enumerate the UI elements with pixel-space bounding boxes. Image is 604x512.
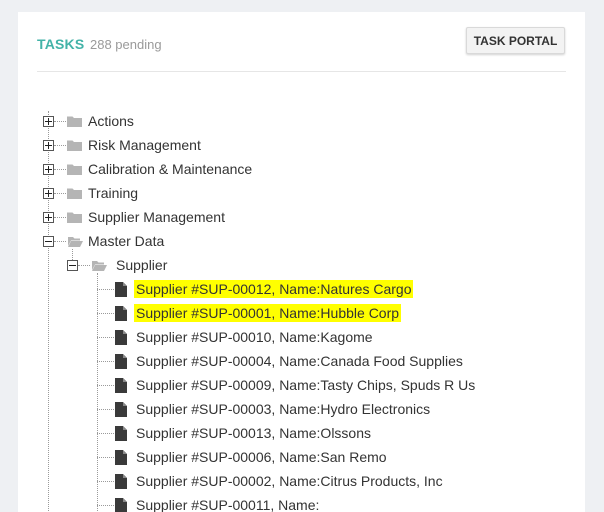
tree-guide-line [97,313,114,314]
tree-guide-line [54,241,66,242]
supplier-item[interactable]: Supplier #SUP-00010, Name:Kagome [134,328,375,346]
tree-guide-line [97,337,114,338]
folder-icon [67,139,82,151]
file-icon [115,498,127,512]
supplier-item[interactable]: Supplier #SUP-00001, Name:Hubble Corp [134,304,402,322]
folder-icon [67,163,82,175]
tree-guide-line [54,217,66,218]
file-icon [115,426,127,441]
tree-guide-line [97,273,98,512]
file-icon [115,306,127,321]
expand-toggle-icon[interactable] [43,164,54,175]
tree-guide-line [97,433,114,434]
folder-calibration-maintenance[interactable]: Calibration & Maintenance [86,160,254,178]
supplier-item[interactable]: Supplier #SUP-00002, Name:Citrus Product… [134,472,445,490]
folder-open-icon [67,235,83,248]
expand-toggle-icon[interactable] [43,188,54,199]
collapse-toggle-icon[interactable] [43,236,54,247]
file-icon [115,402,127,417]
supplier-item[interactable]: Supplier #SUP-00003, Name:Hydro Electron… [134,400,432,418]
supplier-item[interactable]: Supplier #SUP-00011, Name: [134,496,321,512]
tree-guide-line [97,361,114,362]
collapse-toggle-icon[interactable] [67,260,78,271]
expand-toggle-icon[interactable] [43,116,54,127]
tree-guide-line [54,121,66,122]
tree-guide-line [54,193,66,194]
supplier-item[interactable]: Supplier #SUP-00012, Name:Natures Cargo [134,280,414,298]
supplier-item[interactable]: Supplier #SUP-00013, Name:Olssons [134,424,373,442]
folder-risk-management[interactable]: Risk Management [86,136,203,154]
folder-supplier[interactable]: Supplier [114,256,169,274]
folder-icon [67,211,82,223]
expand-toggle-icon[interactable] [43,212,54,223]
task-tree: Actions Risk Management Calibration & Main… [18,12,585,512]
folder-supplier-management[interactable]: Supplier Management [86,208,227,226]
tree-guide-line [72,249,73,260]
tasks-panel: TASKS 288 pending TASK PORTAL Actions Ris… [18,12,585,512]
supplier-item[interactable]: Supplier #SUP-00004, Name:Canada Food Su… [134,352,465,370]
file-icon [115,354,127,369]
folder-icon [67,115,82,127]
tree-guide-line [97,289,114,290]
tree-guide-line [97,481,114,482]
file-icon [115,474,127,489]
tree-guide-line [97,457,114,458]
tree-guide-line [54,145,66,146]
folder-open-icon [91,259,107,272]
tree-guide-line [97,505,114,506]
tree-guide-line [78,265,90,266]
tree-guide-line [97,409,114,410]
file-icon [115,450,127,465]
folder-training[interactable]: Training [86,184,140,202]
folder-actions[interactable]: Actions [86,112,136,130]
tree-guide-line [54,169,66,170]
tree-guide-line [97,385,114,386]
folder-master-data[interactable]: Master Data [86,232,166,250]
file-icon [115,378,127,393]
expand-toggle-icon[interactable] [43,140,54,151]
file-icon [115,282,127,297]
folder-icon [67,187,82,199]
supplier-item[interactable]: Supplier #SUP-00006, Name:San Remo [134,448,389,466]
supplier-item[interactable]: Supplier #SUP-00009, Name:Tasty Chips, S… [134,376,477,394]
file-icon [115,330,127,345]
